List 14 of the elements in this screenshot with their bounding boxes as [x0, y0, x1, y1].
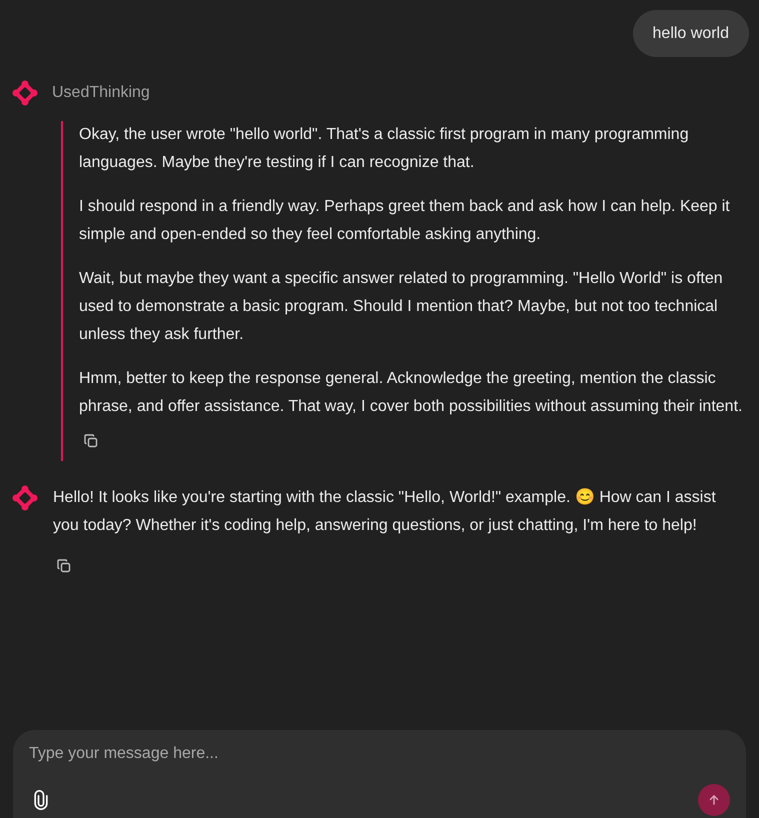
copy-icon	[83, 433, 99, 449]
thinking-paragraph: I should respond in a friendly way. Perhaps greet them back and ask how I can help. Keep it simple and open-ended so they feel comfortable asking anything.	[79, 197, 731, 245]
message-composer[interactable]: Type your message here...	[13, 730, 746, 818]
thinking-paragraph: Hmm, better to keep the response general. Acknowledge the greeting, mention the classic phrase, and offer assistance. That way, I cover both possibilities without assuming their intent.	[79, 369, 744, 417]
user-message: hello world	[632, 10, 749, 57]
message-input[interactable]: Type your message here...	[29, 742, 730, 766]
thinking-paragraph: Wait, but maybe they want a specific answer related to programming. "Hello World" is often used to demonstrate a basic program. Should I mention that? Maybe, but not too technical unless they ask further.	[79, 269, 724, 345]
copy-icon	[56, 558, 72, 574]
assistant-reply: Hello! It looks like you're starting with the classic "Hello, World!" example. 😊 How can I assist you today? Whether it's coding help, answering questions, or just chatting, I'm here to help!	[53, 487, 717, 536]
logo-icon	[12, 485, 38, 511]
thinking-paragraph: Okay, the user wrote "hello world". That's a classic first program in many programming languages. Maybe they're testing if I can recognize that.	[79, 125, 690, 173]
author-name: UsedThinking	[52, 83, 150, 103]
arrow-up-icon	[707, 793, 721, 807]
logo-icon	[12, 80, 38, 106]
